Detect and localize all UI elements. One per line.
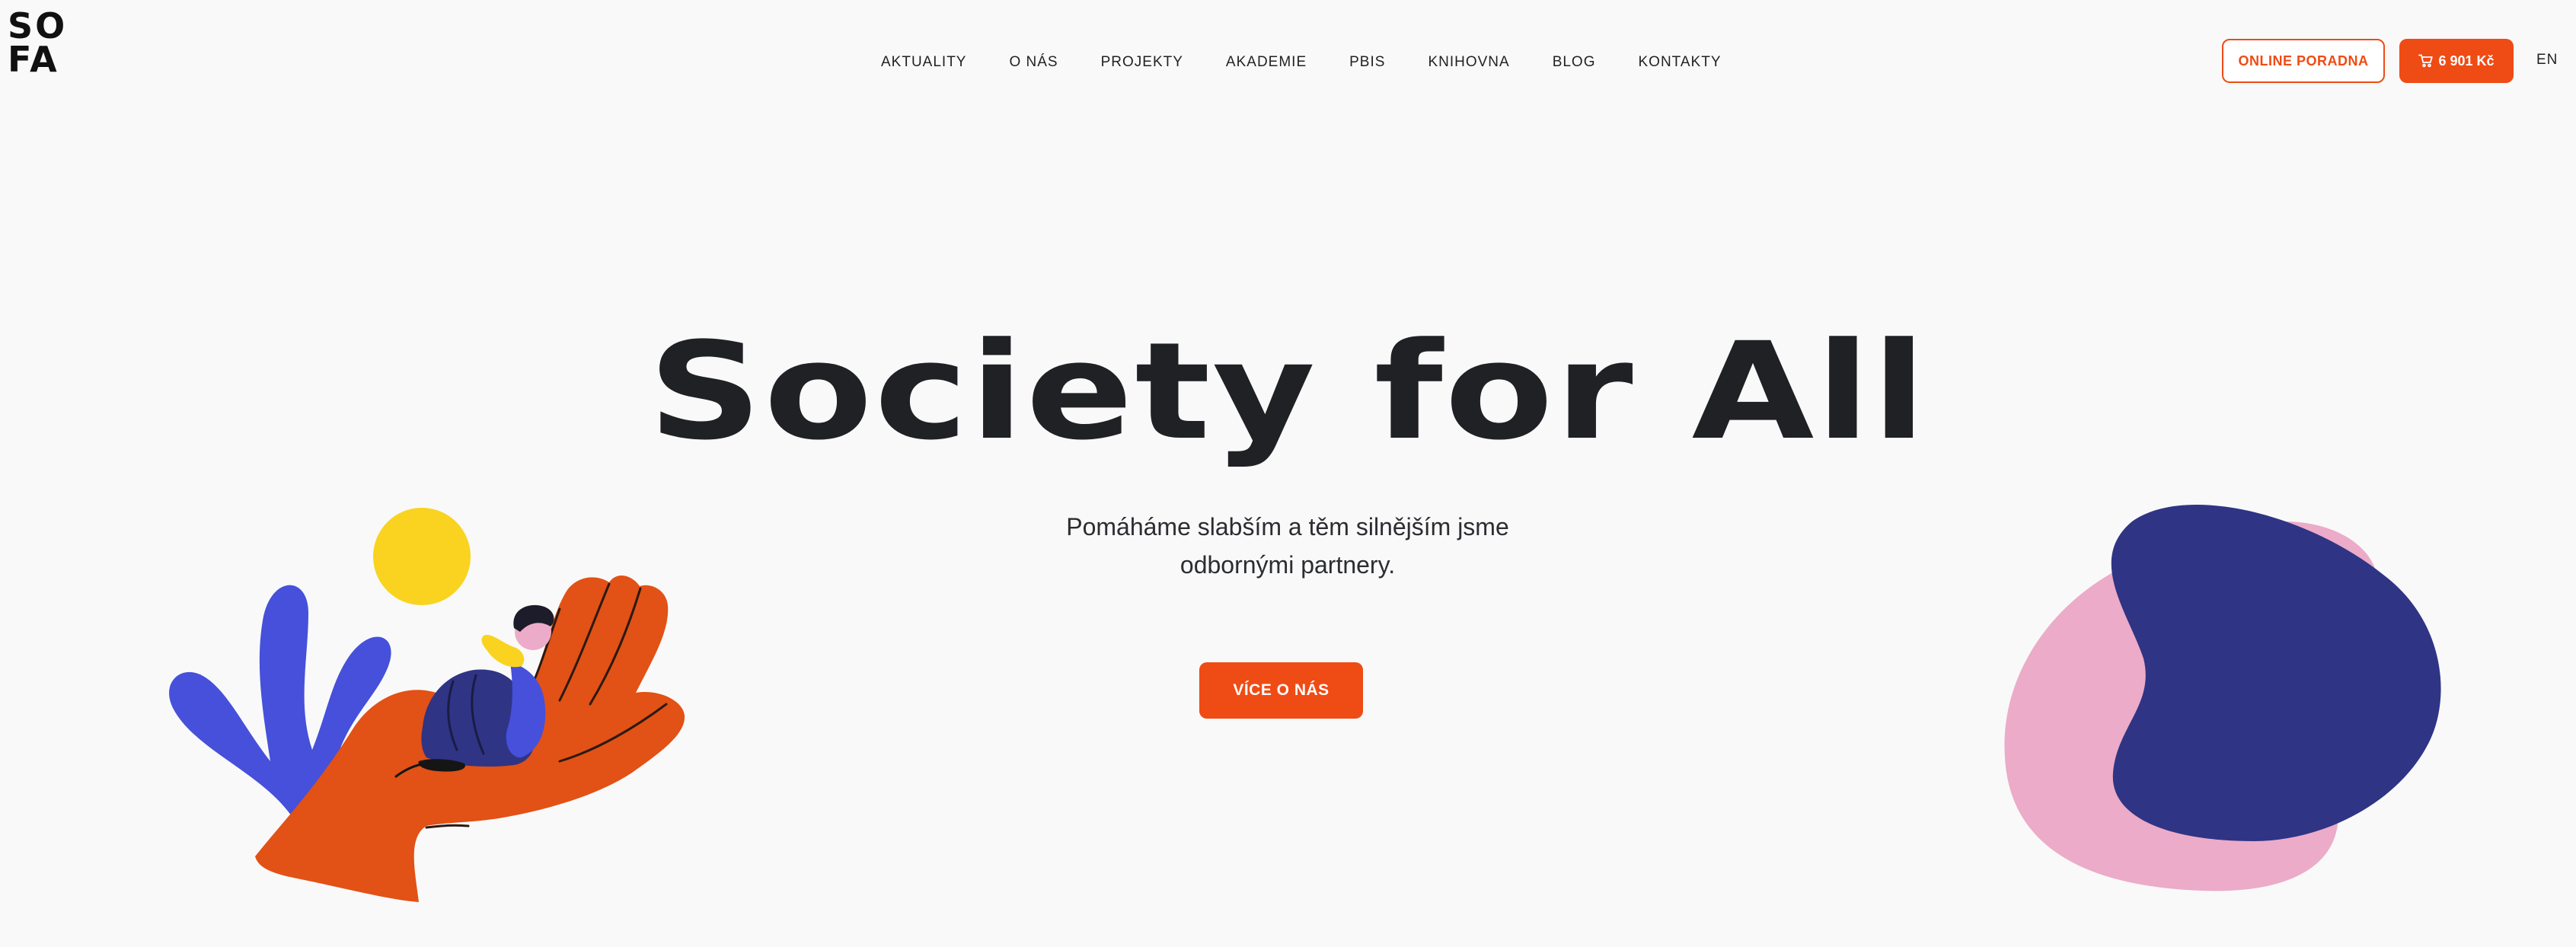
language-switch[interactable]: EN bbox=[2536, 52, 2558, 69]
nav-item-akademie[interactable]: AKADEMIE bbox=[1226, 54, 1307, 71]
nav-item-aktuality[interactable]: AKTUALITY bbox=[881, 54, 966, 71]
logo-line-1: SO bbox=[8, 5, 68, 46]
navy-blob bbox=[2111, 504, 2441, 841]
vice-o-nas-button[interactable]: VÍCE O NÁS bbox=[1199, 662, 1363, 719]
sofa-logo[interactable]: SO FA bbox=[8, 5, 84, 80]
hero-subtitle: Pomáháme slabším a těm silnějším jsme od… bbox=[983, 508, 1592, 584]
nav-item-kontakty[interactable]: KONTAKTY bbox=[1639, 54, 1722, 71]
nav-item-o-nas[interactable]: O NÁS bbox=[1009, 54, 1058, 71]
online-poradna-label: ONLINE PORADNA bbox=[2238, 53, 2369, 69]
cart-total-label: 6 901 Kč bbox=[2438, 53, 2495, 69]
logo-line-2: FA bbox=[8, 39, 59, 80]
nav-item-pbis[interactable]: PBIS bbox=[1349, 54, 1385, 71]
sun-shape bbox=[373, 508, 471, 605]
page: SO FA AKTUALITY O NÁS PROJEKTY AKADEMIE … bbox=[0, 0, 2576, 947]
main-nav: AKTUALITY O NÁS PROJEKTY AKADEMIE PBIS K… bbox=[881, 47, 1722, 78]
blob-illustration bbox=[2004, 504, 2441, 891]
hero-subtitle-line-2: odbornými partnery. bbox=[1179, 551, 1396, 579]
hero-subtitle-line-1: Pomáháme slabším a těm silnějším jsme bbox=[1066, 513, 1509, 540]
nav-item-knihovna[interactable]: KNIHOVNA bbox=[1428, 54, 1509, 71]
nav-item-projekty[interactable]: PROJEKTY bbox=[1101, 54, 1183, 71]
hero-title: Society for All bbox=[648, 314, 1928, 470]
cart-icon bbox=[2418, 54, 2434, 68]
cart-button[interactable]: 6 901 Kč bbox=[2399, 39, 2514, 83]
nav-item-blog[interactable]: BLOG bbox=[1553, 54, 1596, 71]
vice-o-nas-label: VÍCE O NÁS bbox=[1233, 681, 1329, 699]
hand-illustration bbox=[169, 508, 685, 902]
online-poradna-button[interactable]: ONLINE PORADNA bbox=[2222, 39, 2385, 83]
